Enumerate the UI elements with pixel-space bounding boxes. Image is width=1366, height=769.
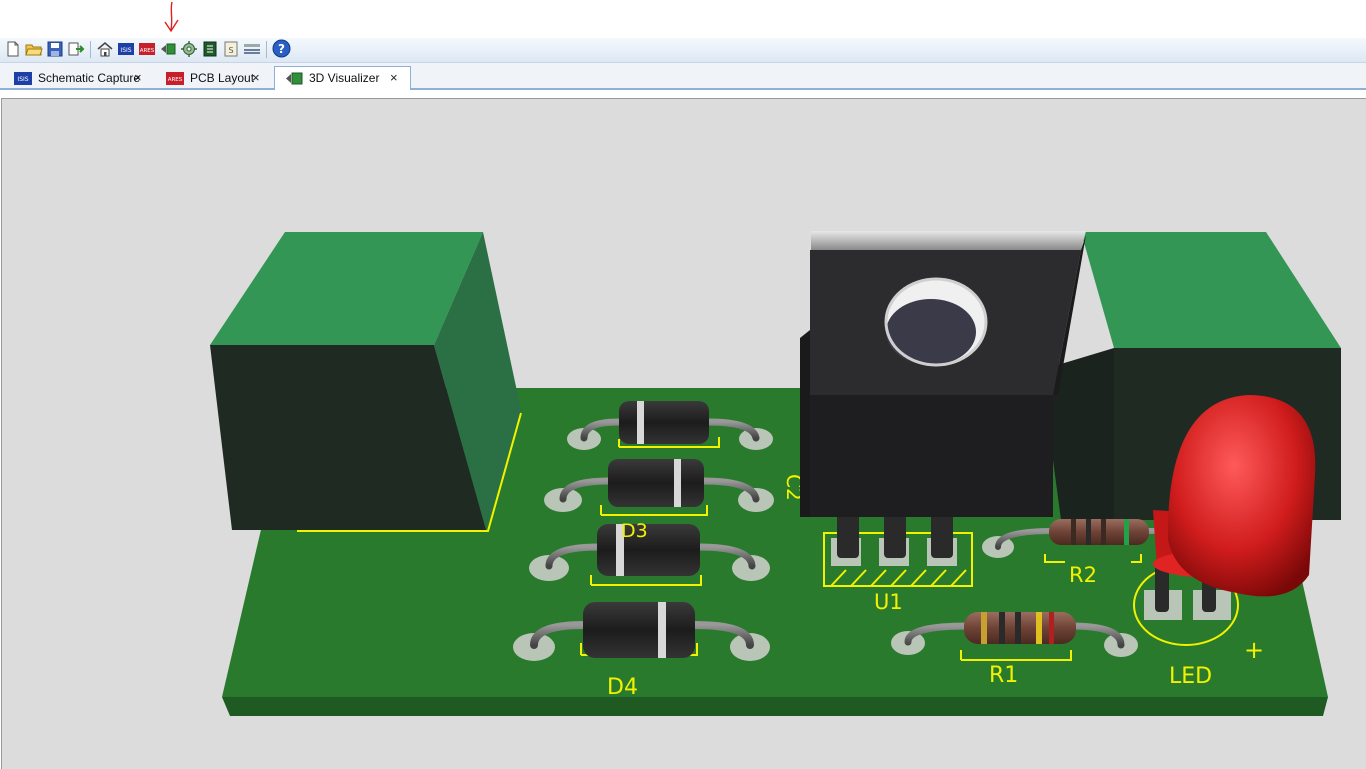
tab-label: PCB Layout [190, 71, 255, 85]
ares-icon[interactable]: ARES [138, 40, 156, 58]
top-margin [0, 0, 1366, 38]
svg-text:?: ? [278, 42, 285, 56]
home-icon[interactable] [96, 40, 114, 58]
3d-visualizer-icon[interactable] [159, 40, 177, 58]
r1-label: R1 [989, 663, 1018, 688]
main-toolbar: ISIS ARES S ? [0, 38, 1366, 63]
help-icon[interactable]: ? [272, 39, 291, 58]
left-terminal-connector [210, 232, 522, 532]
tab-3d-visualizer[interactable]: 3D Visualizer × [274, 66, 411, 90]
toolbar-separator [90, 41, 91, 58]
svg-text:S: S [228, 46, 233, 55]
bill-of-materials-icon[interactable] [201, 40, 219, 58]
led-label: LED [1169, 664, 1212, 689]
tab-label: 3D Visualizer [309, 71, 380, 85]
annotation-arrow-icon [164, 1, 179, 33]
u1-label: U1 [874, 590, 903, 614]
ares-icon: ARES [166, 72, 184, 85]
open-folder-icon[interactable] [25, 40, 43, 58]
svg-text:ARES: ARES [140, 48, 155, 54]
close-icon[interactable]: × [390, 67, 398, 89]
new-file-icon[interactable] [4, 40, 22, 58]
close-icon[interactable]: × [252, 67, 260, 89]
r2-label: R2 [1069, 563, 1097, 587]
toolbar-separator [266, 41, 267, 58]
import-icon[interactable] [67, 40, 85, 58]
tab-schematic-capture[interactable]: ISIS Schematic Capture × [4, 67, 154, 90]
gerber-viewer-icon[interactable] [180, 40, 198, 58]
u1-voltage-regulator [800, 231, 1086, 558]
svg-text:ISIS: ISIS [120, 47, 131, 54]
d4-label: D4 [607, 675, 638, 700]
tab-pcb-layout[interactable]: ARES PCB Layout × [156, 67, 268, 90]
led-polarity-label: + [1244, 636, 1264, 664]
isis-icon: ISIS [14, 72, 32, 85]
close-icon[interactable]: × [134, 67, 142, 89]
isis-icon[interactable]: ISIS [117, 40, 135, 58]
3d-visualizer-icon [286, 72, 303, 85]
save-icon[interactable] [46, 40, 64, 58]
document-tab-bar: ISIS Schematic Capture × ARES PCB Layout… [0, 63, 1366, 90]
source-code-icon[interactable]: S [222, 40, 240, 58]
3d-viewport[interactable]: C2 D3 D4 U1 R2 R1 LED + [1, 98, 1366, 769]
pcb-3d-render: C2 D3 D4 U1 R2 R1 LED + [210, 231, 1341, 716]
svg-text:ISIS: ISIS [17, 76, 28, 83]
design-explorer-icon[interactable] [243, 40, 261, 58]
tab-label: Schematic Capture [38, 71, 141, 85]
d3-label: D3 [621, 520, 648, 542]
svg-text:ARES: ARES [168, 77, 183, 83]
